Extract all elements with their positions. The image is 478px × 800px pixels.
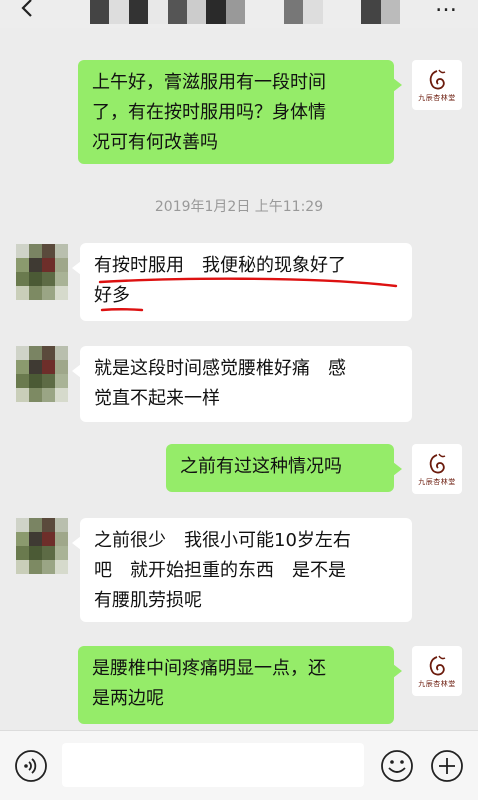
brand-logo-icon [429,655,446,676]
back-arrow-icon[interactable] [18,0,38,20]
chat-title-obscured [90,0,400,24]
message-bubble-outgoing[interactable]: 是腰椎中间疼痛明显一点，还 是两边呢 [78,646,402,724]
message-line: 是腰椎中间疼痛明显一点，还 [92,658,326,679]
avatar[interactable]: 九辰杏林堂 [412,646,462,696]
brand-logo-text: 九辰杏林堂 [418,94,456,102]
message-bubble-incoming[interactable]: 就是这段时间感觉腰椎好痛 感 觉直不起来一样 [72,346,412,422]
message-line: 有腰肌劳损呢 [94,590,202,611]
brand-logo-icon [429,453,446,474]
message-input-bar [0,730,478,800]
red-underline-annotation [98,277,398,312]
message-bubble-incoming[interactable]: 之前很少 我很小可能10岁左右 吧 就开始担重的东西 是不是 有腰肌劳损呢 [72,518,412,622]
message-line: 吧 就开始担重的东西 是不是 [94,560,346,581]
avatar[interactable]: 九辰杏林堂 [412,444,462,494]
timestamp: 2019年1月2日 上午11:29 [154,199,324,215]
message-line: 觉直不起来一样 [94,388,220,409]
avatar[interactable] [16,518,68,574]
avatar[interactable] [16,346,68,402]
message-line: 之前有过这种情况吗 [180,456,342,477]
message-bubble-outgoing[interactable]: 上午好，膏滋服用有一段时间 了，有在按时服用吗？身体情 况可有何改善吗 [78,60,402,164]
plus-icon[interactable] [430,749,464,783]
avatar[interactable]: 九辰杏林堂 [412,60,462,110]
brand-logo-text: 九辰杏林堂 [418,478,456,486]
message-text-input[interactable] [62,743,364,787]
brand-logo-text: 九辰杏林堂 [418,680,456,688]
message-line: 是两边呢 [92,688,164,709]
message-line: 上午好，膏滋服用有一段时间 [92,72,326,93]
message-line: 了，有在按时服用吗？身体情 [92,102,326,123]
message-line: 之前很少 我很小可能10岁左右 [94,530,351,551]
message-line: 况可有何改善吗 [92,132,218,153]
message-line: 就是这段时间感觉腰椎好痛 感 [94,358,346,379]
chat-header: … [0,0,478,28]
emoji-icon[interactable] [380,749,414,783]
message-bubble-outgoing[interactable]: 之前有过这种情况吗 [166,444,402,492]
more-icon[interactable]: … [435,0,458,16]
brand-logo-icon [429,69,446,90]
avatar[interactable] [16,244,68,300]
voice-icon[interactable] [14,749,48,783]
